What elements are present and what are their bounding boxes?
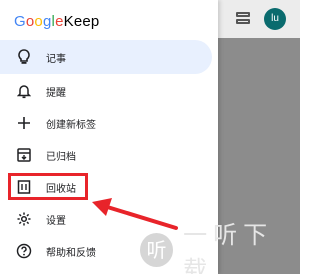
nav-label-create-label: 创建新标签	[46, 119, 96, 131]
bell-icon	[16, 83, 32, 99]
avatar[interactable]: lu	[264, 8, 286, 30]
nav-label-help: 帮助和反馈	[46, 247, 96, 259]
app-logo: Google Keep	[14, 10, 99, 32]
watermark-logo: 听	[140, 233, 174, 267]
view-list-icon[interactable]	[236, 12, 250, 26]
nav-label-archive: 已归档	[46, 151, 76, 163]
watermark: 听 一听下载	[140, 221, 300, 274]
nav-item-reminders[interactable]: 提醒	[0, 74, 212, 108]
lightbulb-icon	[16, 49, 32, 65]
brand-keep: Keep	[63, 12, 100, 30]
nav-item-archive[interactable]: 已归档	[0, 138, 212, 172]
nav-label-notes: 记事	[46, 53, 66, 65]
nav-label-settings: 设置	[46, 215, 66, 227]
nav-item-create-label[interactable]: 创建新标签	[0, 106, 212, 140]
help-icon	[16, 243, 32, 259]
plus-icon	[16, 115, 32, 131]
brand-google: Google	[14, 12, 64, 30]
watermark-text: 一听下载	[183, 221, 274, 274]
archive-icon	[16, 147, 32, 163]
highlight-box	[8, 173, 88, 200]
gear-icon	[16, 211, 32, 227]
nav-item-notes[interactable]: 记事	[0, 40, 212, 74]
top-toolbar	[218, 0, 300, 38]
nav-item-settings[interactable]: 设置	[0, 202, 212, 236]
nav-label-reminders: 提醒	[46, 87, 66, 99]
